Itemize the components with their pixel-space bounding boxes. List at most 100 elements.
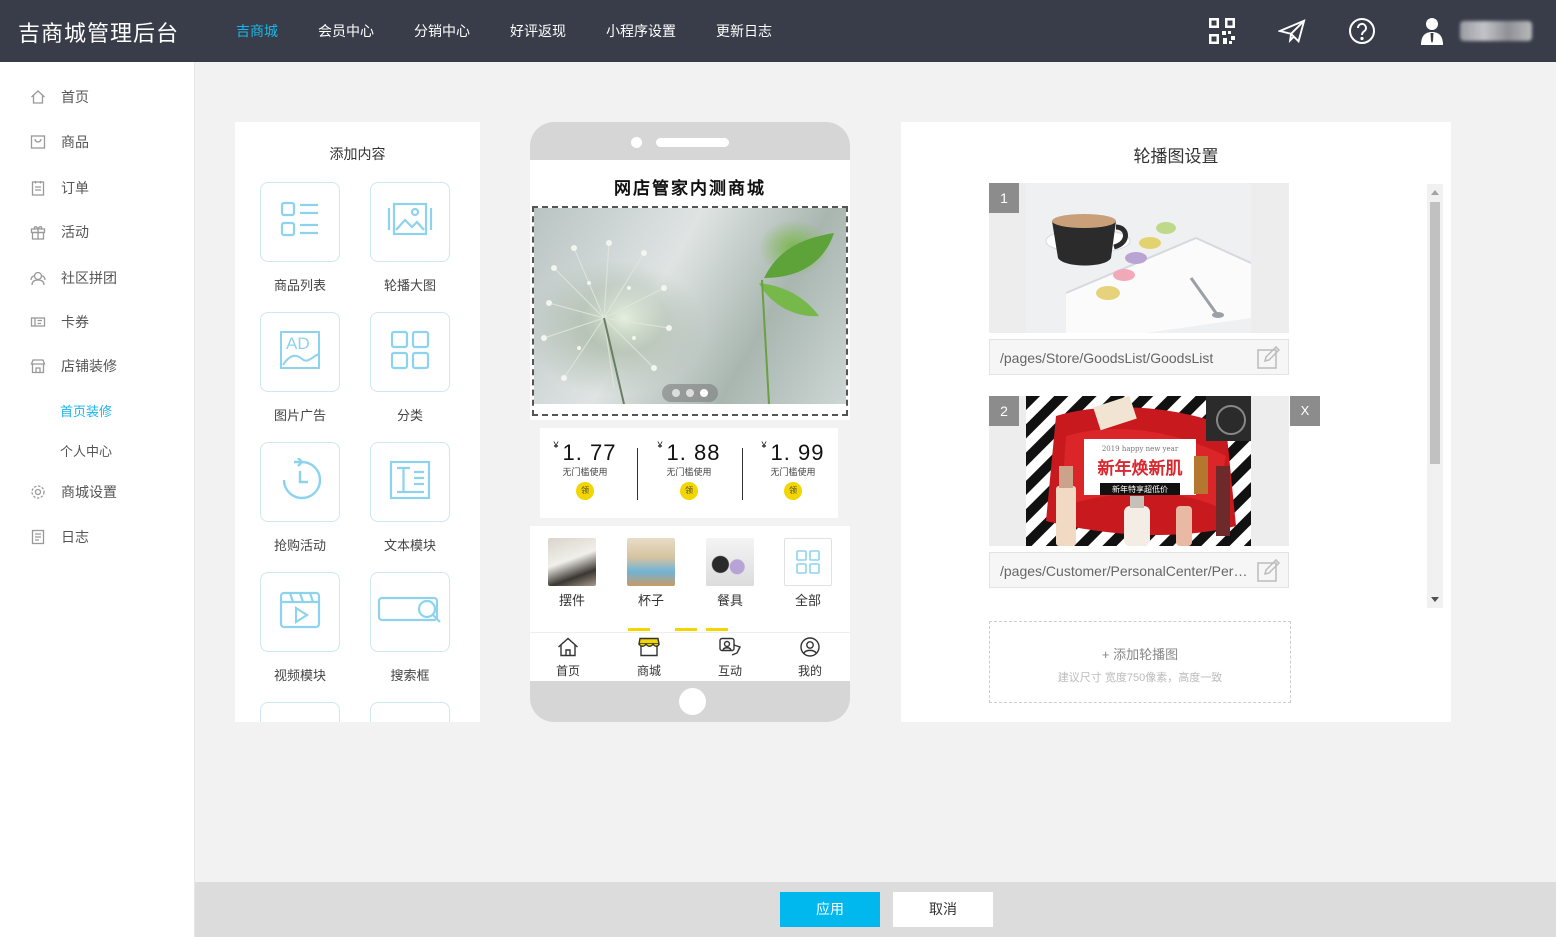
- app-title: 吉商城管理后台: [18, 21, 180, 46]
- scroll-down-arrow[interactable]: [1431, 597, 1439, 602]
- sidebar-subitem-home-decoration[interactable]: 首页装修: [60, 401, 112, 420]
- goods-icon: [30, 134, 46, 150]
- grid-icon: [784, 538, 832, 586]
- coupon-claim-button[interactable]: 领: [680, 482, 698, 500]
- coupon-strip: ¥1. 77 无门槛使用 领 ¥1. 88 无门槛使用 领 ¥1. 99 无门槛…: [530, 420, 850, 526]
- sidebar-item-coupons[interactable]: 卡券: [30, 312, 89, 332]
- scroll-thumb[interactable]: [1430, 202, 1440, 464]
- coupon-item[interactable]: ¥1. 99 无门槛使用 领: [748, 440, 838, 500]
- group-icon: [30, 270, 46, 286]
- nav-item-jishangcheng[interactable]: 吉商城: [216, 0, 298, 62]
- slide-list-scrollbar[interactable]: [1427, 184, 1443, 608]
- carousel-settings-title: 轮播图设置: [1133, 147, 1219, 166]
- coupon-item[interactable]: ¥1. 77 无门槛使用 领: [540, 440, 630, 500]
- tab-interact[interactable]: 互动: [700, 637, 760, 679]
- category-thumbnail: [706, 538, 754, 586]
- sidebar-item-community-group[interactable]: 社区拼团: [30, 268, 117, 288]
- nav-item-member-center[interactable]: 会员中心: [298, 0, 394, 62]
- widget-label: 轮播大图: [383, 278, 436, 293]
- slide-image: [1026, 183, 1251, 333]
- widget-video-module[interactable]: [260, 572, 340, 652]
- store-icon: [30, 358, 46, 374]
- gift-icon: [30, 224, 46, 240]
- sidebar: 首页 商品 订单 活动 社区拼团 卡券 店铺装修 首页装修 个人中心 商城设置 …: [0, 62, 195, 937]
- send-icon[interactable]: [1278, 17, 1306, 45]
- phone-camera: [631, 137, 642, 148]
- carousel-slide-1[interactable]: 1: [989, 183, 1289, 333]
- category-row: 摆件 杯子 餐具 全部: [530, 528, 850, 624]
- divider: [742, 448, 743, 500]
- shop-icon: [638, 637, 660, 661]
- edit-icon[interactable]: [1256, 345, 1281, 370]
- svg-text:新年特享超低价: 新年特享超低价: [1112, 484, 1168, 494]
- widget-image-ad[interactable]: AD: [260, 312, 340, 392]
- nav-item-distribution-center[interactable]: 分销中心: [394, 0, 490, 62]
- widget-label: 商品列表: [273, 278, 326, 293]
- widget-goods-list[interactable]: [260, 182, 340, 262]
- sidebar-item-mall-settings[interactable]: 商城设置: [30, 482, 117, 502]
- settings-icon: [30, 484, 46, 500]
- coupon-item[interactable]: ¥1. 88 无门槛使用 领: [644, 440, 734, 500]
- sidebar-item-goods[interactable]: 商品: [30, 132, 89, 152]
- sidebar-item-activities[interactable]: 活动: [30, 222, 89, 242]
- carousel-preview[interactable]: [532, 206, 848, 416]
- text-icon: [388, 458, 432, 507]
- widget-carousel[interactable]: [370, 182, 450, 262]
- sidebar-item-home[interactable]: 首页: [30, 87, 89, 107]
- qrcode-icon[interactable]: [1208, 17, 1236, 45]
- tab-profile[interactable]: 我的: [780, 637, 840, 679]
- nav-item-miniprogram-settings[interactable]: 小程序设置: [586, 0, 696, 62]
- help-icon[interactable]: [1348, 17, 1376, 45]
- profile-icon: [799, 637, 821, 661]
- scroll-up-arrow[interactable]: [1431, 190, 1439, 195]
- coupon-icon: [30, 314, 46, 330]
- coupon-claim-button[interactable]: 领: [784, 482, 802, 500]
- cancel-button[interactable]: 取消: [893, 892, 993, 927]
- sidebar-item-orders[interactable]: 订单: [30, 178, 89, 198]
- order-icon: [30, 180, 46, 196]
- sidebar-item-log[interactable]: 日志: [30, 527, 89, 547]
- widget-more-2[interactable]: [370, 702, 450, 722]
- phone-tab-bar: 首页 商城 互动 我的: [530, 632, 850, 681]
- add-content-panel: 添加内容 商品列表 轮播大图 AD 图片广告 分类 抢购活动 文本模块 视频模块…: [235, 122, 480, 722]
- sidebar-subitem-personal-center[interactable]: 个人中心: [60, 441, 112, 460]
- scroll-indicator: [706, 628, 728, 631]
- widget-label: 视频模块: [273, 668, 326, 683]
- sidebar-item-store-decoration[interactable]: 店铺装修: [30, 356, 117, 376]
- coupon-claim-button[interactable]: 领: [576, 482, 594, 500]
- nav-item-changelog[interactable]: 更新日志: [696, 0, 792, 62]
- slide-index-badge: 1: [989, 183, 1019, 213]
- category-item[interactable]: 餐具: [700, 538, 760, 609]
- widget-category[interactable]: [370, 312, 450, 392]
- coupon-card: ¥1. 77 无门槛使用 领 ¥1. 88 无门槛使用 领 ¥1. 99 无门槛…: [540, 428, 838, 518]
- widget-flash-sale[interactable]: [260, 442, 340, 522]
- username-redacted: [1460, 21, 1532, 41]
- divider: [637, 448, 638, 500]
- user-icon[interactable]: [1418, 17, 1446, 45]
- carousel-settings-panel: 轮播图设置 1 /pages/Store/GoodsList/GoodsList…: [901, 122, 1451, 722]
- tab-home[interactable]: 首页: [538, 637, 598, 679]
- scroll-indicator: [628, 628, 650, 631]
- widget-more-1[interactable]: [260, 702, 340, 722]
- home-icon: [30, 89, 46, 105]
- category-item[interactable]: 摆件: [542, 538, 602, 609]
- add-carousel-button[interactable]: + 添加轮播图 建议尺寸 宽度750像素，高度一致: [989, 621, 1291, 703]
- slide-link-field[interactable]: /pages/Customer/PersonalCenter/PersonalC…: [989, 552, 1289, 588]
- phone-preview: 网店管家内测商城 ¥ 1. 77 无门槛使用 领 ¥ 1. 88 无门槛使用 领…: [530, 122, 850, 722]
- phone-home-button: [679, 688, 706, 715]
- top-nav: 吉商城 会员中心 分销中心 好评返现 小程序设置 更新日志: [216, 0, 792, 62]
- widget-label: 分类: [396, 408, 423, 423]
- widget-search-box[interactable]: [370, 572, 450, 652]
- tab-shop[interactable]: 商城: [619, 637, 679, 679]
- edit-icon[interactable]: [1256, 558, 1281, 583]
- slide-link-field[interactable]: /pages/Store/GoodsList/GoodsList: [989, 339, 1289, 375]
- apply-button[interactable]: 应用: [780, 892, 880, 927]
- category-item[interactable]: 全部: [778, 538, 838, 609]
- phone-screen: 网店管家内测商城 ¥ 1. 77 无门槛使用 领 ¥ 1. 88 无门槛使用 领…: [530, 160, 850, 681]
- nav-item-review-cashback[interactable]: 好评返现: [490, 0, 586, 62]
- widget-text-module[interactable]: [370, 442, 450, 522]
- carousel-slide-2[interactable]: 2019 happy new year 新年焕新肌 新年特享超低价 2: [989, 396, 1289, 546]
- phone-speaker: [656, 138, 729, 147]
- delete-slide-button[interactable]: X: [1290, 396, 1320, 426]
- category-item[interactable]: 杯子: [621, 538, 681, 609]
